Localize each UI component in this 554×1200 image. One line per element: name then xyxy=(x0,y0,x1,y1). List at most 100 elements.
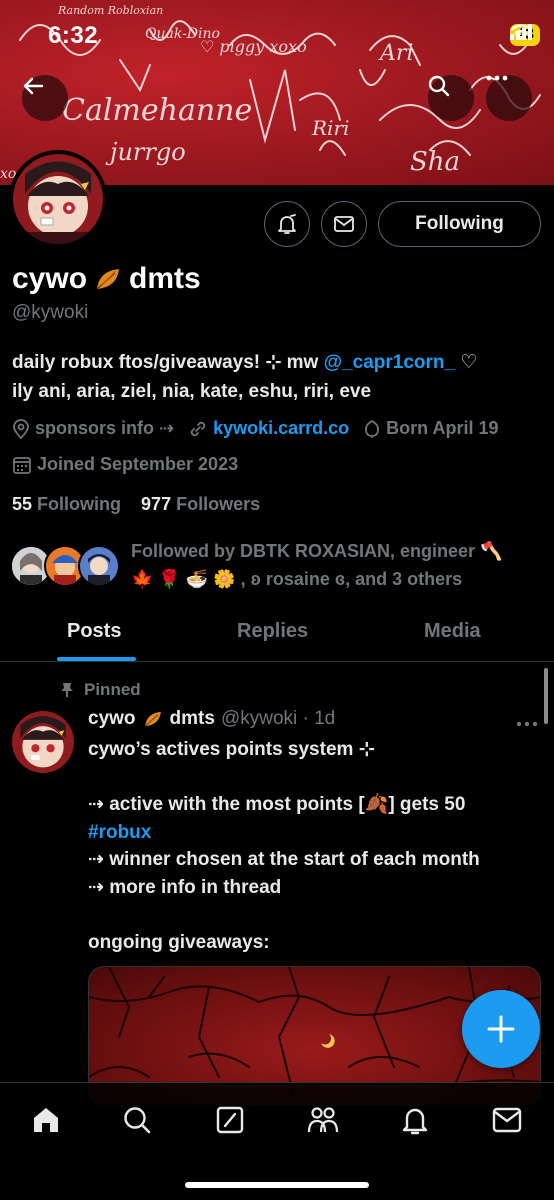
post-hashtag-link[interactable]: #robux xyxy=(88,819,538,847)
joined-row: Joined September 2023 xyxy=(12,454,252,475)
birthday: Born April 19 xyxy=(363,418,499,439)
sponsors-location: sponsors info ⇢ xyxy=(12,418,174,439)
more-icon xyxy=(486,75,508,81)
tab-posts[interactable]: Posts xyxy=(67,620,121,643)
following-count: 55 xyxy=(12,494,33,514)
scrollbar[interactable] xyxy=(544,668,548,724)
location-icon xyxy=(13,418,29,439)
bio-line-1: daily robux ftos/giveaways! ⊹ mw @_capr1… xyxy=(12,348,542,377)
message-icon xyxy=(334,216,354,232)
back-button[interactable] xyxy=(22,75,68,121)
sponsors-text: sponsors info ⇢ xyxy=(35,418,175,438)
svg-text:Ari: Ari xyxy=(378,41,413,66)
search-button[interactable] xyxy=(428,75,474,121)
post-more-button[interactable] xyxy=(516,707,538,733)
search-icon xyxy=(428,75,450,97)
message-button[interactable] xyxy=(321,201,367,247)
bio-heart: ♡ xyxy=(455,352,478,373)
following-button[interactable]: Following xyxy=(378,201,541,247)
nav-notifications[interactable] xyxy=(398,1103,432,1137)
svg-text:Riri: Riri xyxy=(311,116,349,140)
post-handle-time: @kywoki · 1d xyxy=(220,708,336,729)
status-time: 6:32 xyxy=(48,22,99,49)
pinned-label: Pinned xyxy=(60,680,141,700)
post-line: ⇢ winner chosen at the start of each mon… xyxy=(88,849,480,870)
nav-grok[interactable] xyxy=(213,1103,247,1137)
explore-icon xyxy=(124,1107,151,1134)
more-options-button[interactable] xyxy=(486,75,532,121)
compose-button[interactable] xyxy=(462,990,540,1068)
follower-avatar-image xyxy=(80,547,118,585)
post-line xyxy=(88,764,538,792)
communities-icon xyxy=(307,1107,339,1133)
svg-text:♡ piggy xoxo: ♡ piggy xoxo xyxy=(200,37,307,56)
profile-handle: @kywoki xyxy=(12,302,89,323)
post-author-name[interactable]: cywo xyxy=(88,708,136,730)
post-line: ⇢ active with the most points [🍂] gets 5… xyxy=(88,794,466,815)
svg-text:Sha: Sha xyxy=(410,147,460,177)
followed-by-text[interactable]: Followed by DBTK ROXASIAN, engineer 🪓 🍁 … xyxy=(131,537,531,593)
follower-avatar-3 xyxy=(78,545,120,587)
birthday-text: Born April 19 xyxy=(386,418,499,438)
follow-counts: 55 Following 977 Followers xyxy=(12,494,260,515)
profile-name: cywo dmts xyxy=(12,262,201,296)
post-text: cywo’s actives points system ⊹ ⇢ active … xyxy=(88,736,538,956)
website-link[interactable]: kywoki.carrd.co xyxy=(213,418,349,439)
notification-bell-icon xyxy=(278,214,296,234)
bio-line-2: ily ani, aria, ziel, nia, kate, eshu, ri… xyxy=(12,381,372,402)
followers-label: Followers xyxy=(176,494,261,514)
tab-replies[interactable]: Replies xyxy=(237,620,308,643)
post-line: ⇢ more info in thread xyxy=(88,876,282,898)
tab-media[interactable]: Media xyxy=(424,620,481,643)
website[interactable]: kywoki.carrd.co xyxy=(188,418,349,439)
svg-text:Random Robloxian: Random Robloxian xyxy=(57,4,163,17)
grok-icon xyxy=(216,1106,244,1134)
home-indicator xyxy=(185,1182,369,1188)
pin-icon xyxy=(61,683,73,697)
status-indicators: 43 xyxy=(510,24,540,46)
nav-messages[interactable] xyxy=(490,1103,524,1137)
home-icon xyxy=(34,1108,58,1132)
avatar-image xyxy=(13,154,103,244)
svg-text:Calmehanne: Calmehanne xyxy=(62,93,252,128)
pinned-text: Pinned xyxy=(84,680,141,699)
followers-count-link[interactable]: 977 Followers xyxy=(141,494,260,514)
svg-text:jurrgo: jurrgo xyxy=(105,138,186,166)
following-count-link[interactable]: 55 Following xyxy=(12,494,121,514)
back-icon xyxy=(23,77,44,95)
nav-explore[interactable] xyxy=(120,1103,154,1137)
birthday-icon xyxy=(365,419,380,438)
followed-by-line-2: 🍁 🌹 🍜 🌼 , ʚ rosaine ɞ, and 3 others xyxy=(131,569,463,589)
following-label: Following xyxy=(37,494,122,514)
active-tab-indicator xyxy=(57,657,136,661)
avatar-image xyxy=(12,711,74,773)
followers-count: 977 xyxy=(141,494,172,514)
leaf-emoji-icon xyxy=(144,711,161,727)
wifi-icon xyxy=(510,24,533,40)
post-header: cywo dmts @kywoki · 1d xyxy=(88,708,335,730)
profile-name-text: cywo xyxy=(12,262,88,295)
profile-bio: daily robux ftos/giveaways! ⊹ mw @_capr1… xyxy=(12,348,542,406)
post-author-suffix: dmts xyxy=(169,708,215,729)
bio-mention-link[interactable]: @_capr1corn_ xyxy=(324,352,456,373)
leaf-emoji-icon xyxy=(96,269,120,290)
profile-name-suffix: dmts xyxy=(129,262,201,295)
profile-avatar[interactable] xyxy=(9,150,107,248)
notifications-icon xyxy=(402,1108,428,1135)
post-line: cywo’s actives points system ⊹ xyxy=(88,739,375,760)
calendar-icon xyxy=(13,456,31,474)
notifications-toggle-button[interactable] xyxy=(264,201,310,247)
nav-communities[interactable] xyxy=(306,1103,340,1137)
nav-home[interactable] xyxy=(29,1103,63,1137)
post-line: ongoing giveaways: xyxy=(88,931,270,953)
joined-text: Joined September 2023 xyxy=(37,454,239,474)
joined-date: Joined September 2023 xyxy=(12,454,238,475)
profile-tabs: Posts Replies Media xyxy=(0,605,554,662)
link-icon xyxy=(190,421,206,436)
post-line xyxy=(88,901,538,929)
more-icon xyxy=(516,721,538,727)
bio-text: daily robux ftos/giveaways! ⊹ mw xyxy=(12,352,324,373)
followed-by-line-1: Followed by DBTK ROXASIAN, engineer 🪓 xyxy=(131,541,503,561)
profile-meta-row: sponsors info ⇢ kywoki.carrd.co Born Apr… xyxy=(12,418,499,439)
post-author-avatar[interactable] xyxy=(12,711,74,773)
